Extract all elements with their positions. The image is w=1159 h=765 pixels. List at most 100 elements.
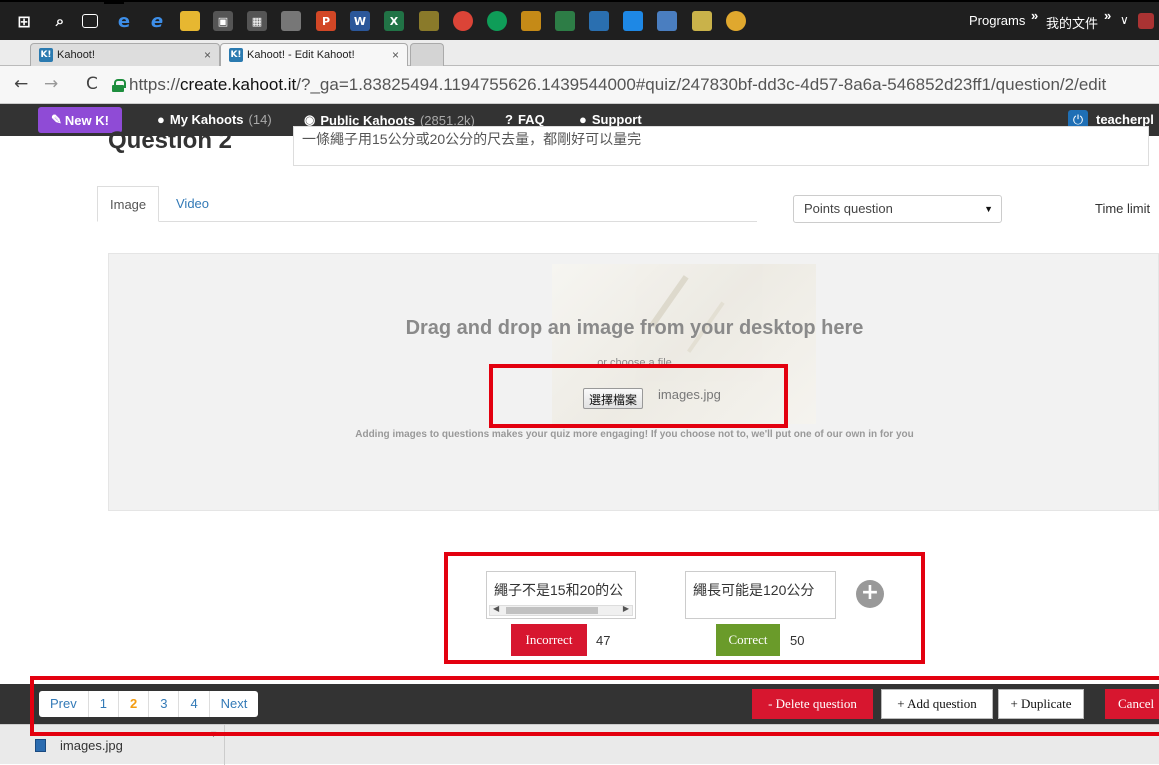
chrome-icon-3[interactable] (726, 11, 746, 31)
tray-expand-icon[interactable]: ∨ (1120, 13, 1129, 27)
horizontal-scrollbar[interactable]: ◀ ▶ (489, 604, 633, 616)
excel-icon[interactable]: X (384, 11, 404, 31)
powerpoint-icon[interactable]: P (316, 11, 336, 31)
file-explorer-icon[interactable] (180, 11, 200, 31)
page-link-4[interactable]: 4 (179, 691, 210, 717)
url-field[interactable]: https://create.kahoot.it/?_ga=1.83825494… (112, 73, 1152, 97)
programs-toolbar-label[interactable]: Programs (969, 13, 1025, 28)
drop-zone-hint: Adding images to questions makes your qu… (355, 429, 914, 440)
browser-tab-title: Kahoot! - Edit Kahoot! (247, 49, 355, 61)
forward-icon[interactable]: → (44, 74, 58, 94)
edge-icon[interactable]: e (147, 11, 167, 32)
add-answer-icon[interactable]: + (856, 580, 884, 608)
scroll-right-icon[interactable]: ▶ (623, 604, 629, 613)
faq-label: FAQ (517, 112, 545, 127)
browser-tab-kahoot[interactable]: K! Kahoot! × (30, 43, 220, 66)
reload-icon[interactable]: C (86, 74, 98, 94)
delete-question-button[interactable]: - Delete question (752, 689, 873, 719)
answer-2-field[interactable]: 繩長可能是120公分 (685, 571, 836, 619)
media-tabs: Image Video (97, 186, 757, 222)
choose-file-button[interactable]: 選擇檔案 (583, 388, 644, 409)
search-icon[interactable]: ⌕ (50, 11, 70, 31)
documents-chevron-icon[interactable]: » (1104, 8, 1111, 23)
my-kahoots-label: My Kahoots (169, 112, 244, 127)
new-tab-button[interactable] (410, 43, 444, 66)
address-bar: ← → C https://create.kahoot.it/?_ga=1.83… (0, 66, 1159, 104)
programs-chevron-icon[interactable]: » (1031, 8, 1038, 23)
page-link-3[interactable]: 3 (149, 691, 180, 717)
back-icon[interactable]: ← (14, 74, 28, 94)
answer-1-text: 繩子不是15和20的公 (494, 582, 624, 598)
user-name[interactable]: teacherpl (1096, 112, 1154, 127)
question-type-value: Points question (804, 201, 893, 216)
comment-icon: ● (579, 112, 587, 127)
download-item[interactable]: images.jpg ▼ (23, 725, 225, 765)
task-view-icon[interactable] (82, 14, 98, 28)
time-limit-label: Time limit (1095, 201, 1151, 216)
kahoot-favicon-icon: K! (39, 48, 53, 62)
app-icon-8[interactable] (692, 11, 712, 31)
download-shelf: images.jpg ▼ (0, 724, 1159, 765)
tray-app-icon[interactable] (1138, 13, 1154, 29)
scrollbar-thumb[interactable] (506, 607, 598, 614)
store-icon[interactable]: ▣ (213, 11, 233, 31)
next-page-link[interactable]: Next (210, 691, 259, 717)
selected-file-name: images.jpg (658, 387, 721, 402)
windows-taskbar: ⊞ ⌕ e e ▣ ▦ P W X Programs » 我的文件 » ∨ (0, 0, 1159, 40)
app-icon-7[interactable] (657, 11, 677, 31)
image-drop-zone[interactable]: Drag and drop an image from your desktop… (108, 253, 1159, 511)
answer-1-field[interactable]: 繩子不是15和20的公 ◀ ▶ (486, 571, 636, 619)
browser-tab-title: Kahoot! (57, 49, 95, 61)
question-pagination: Prev 1 2 3 4 Next (39, 691, 259, 717)
drop-zone-title: Drag and drop an image from your desktop… (405, 317, 864, 339)
faq-link[interactable]: ? FAQ (505, 112, 545, 127)
browser-tab-edit-kahoot[interactable]: K! Kahoot! - Edit Kahoot! × (220, 43, 408, 66)
user-icon: ● (157, 112, 165, 127)
app-icon-3[interactable] (521, 11, 541, 31)
duplicate-question-button[interactable]: + Duplicate (998, 689, 1084, 719)
my-kahoots-count: (14) (248, 112, 272, 127)
cancel-button[interactable]: Cancel (1105, 689, 1159, 719)
close-icon[interactable]: × (392, 48, 399, 62)
download-file-name: images.jpg (60, 737, 123, 753)
question-type-select[interactable]: Points question ▼ (793, 195, 1002, 223)
app-icon-2[interactable] (419, 11, 439, 31)
support-link[interactable]: ● Support (579, 112, 642, 127)
url-path: /?_ga=1.83825494.1194755626.1439544000#q… (296, 75, 1107, 94)
add-question-button[interactable]: + Add question (881, 689, 993, 719)
url-scheme: https:// (129, 75, 181, 94)
windows-icon[interactable]: ⊞ (14, 11, 34, 31)
scroll-left-icon[interactable]: ◀ (493, 604, 499, 613)
app-icon-5[interactable] (589, 11, 609, 31)
support-label: Support (591, 112, 642, 127)
chrome-icon[interactable] (453, 11, 473, 31)
answer-2-text: 繩長可能是120公分 (693, 582, 815, 598)
tab-image[interactable]: Image (97, 186, 160, 222)
page-link-1[interactable]: 1 (89, 691, 119, 717)
page-link-2[interactable]: 2 (119, 691, 150, 717)
answer-1-status-badge[interactable]: Incorrect (511, 624, 587, 656)
prev-page-link[interactable]: Prev (39, 691, 89, 717)
word-icon[interactable]: W (350, 11, 370, 31)
browser-tab-strip: K! Kahoot! × K! Kahoot! - Edit Kahoot! × (0, 40, 1159, 66)
edit-icon: ✎ (51, 112, 62, 127)
my-kahoots-link[interactable]: ● My Kahoots (14) (157, 112, 272, 127)
tab-video[interactable]: Video (164, 186, 221, 222)
caret-down-icon: ▼ (984, 204, 993, 214)
ie-icon[interactable]: e (114, 11, 134, 32)
answer-1-count: 47 (596, 633, 611, 648)
close-icon[interactable]: × (204, 48, 211, 62)
kahoot-favicon-icon: K! (229, 48, 243, 62)
lock-icon (112, 78, 126, 92)
answer-2-status-badge[interactable]: Correct (716, 624, 780, 656)
app-icon-6[interactable] (623, 11, 643, 31)
chrome-icon-2[interactable] (487, 11, 507, 31)
app-icon-4[interactable] (555, 11, 575, 31)
choose-file-text: or choose a file (597, 357, 672, 369)
app-icon[interactable] (281, 11, 301, 31)
chevron-down-icon[interactable]: ▼ (209, 729, 218, 739)
question-text-field[interactable]: 一條繩子用15公分或20公分的尺去量，都剛好可以量完 (293, 126, 1149, 166)
taskbar-active-indicator (104, 2, 124, 4)
calculator-icon[interactable]: ▦ (247, 11, 267, 31)
documents-toolbar-label[interactable]: 我的文件 (1046, 13, 1098, 32)
